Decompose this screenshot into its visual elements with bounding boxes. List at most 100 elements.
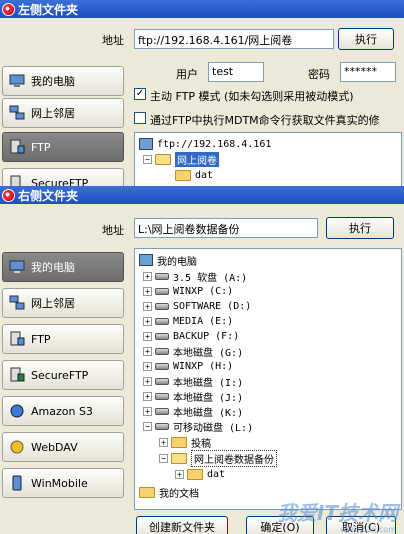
expand-icon[interactable]: + [143,346,152,356]
tree-node-label: 本地磁盘 (G:) [173,347,244,359]
mdtm-checkbox[interactable] [134,112,146,124]
drive-icon [155,287,169,295]
tree-node-drive-e[interactable]: + MEDIA (E:) [143,314,233,328]
drive-icon [155,362,169,370]
nav-winmobile[interactable]: WinMobile [2,468,124,498]
tree-node-backup-folder[interactable]: − 网上阅卷数据备份 [159,449,277,467]
tree-node-drive-i[interactable]: + 本地磁盘 (I:) [143,374,243,389]
amazon-s3-icon [10,404,24,418]
expand-icon[interactable]: + [143,331,152,341]
nav-label: FTP [31,332,51,346]
tree-node-wangshang[interactable]: − 网上阅卷 [143,151,219,167]
tree-node-drive-l[interactable]: − 可移动磁盘 (L:) [143,419,253,434]
address-label: 地址 [102,34,124,47]
expand-icon[interactable]: + [143,271,152,281]
nav-secureftp[interactable]: SecureFTP [2,168,124,186]
user-label: 用户 [176,68,198,81]
webdav-icon [10,440,24,454]
tree-node-label: SOFTWARE (D:) [173,300,252,312]
collapse-icon[interactable]: − [159,453,168,463]
nav-label: SecureFTP [31,176,89,187]
folder-icon [171,436,187,448]
left-folder-tree: ftp://192.168.4.161 − 网上阅卷 dat [134,132,402,186]
new-folder-button[interactable]: 创建新文件夹 [136,516,228,534]
left-folder-title: 左侧文件夹 [18,2,79,17]
tree-node-drive-a[interactable]: +3.5 软盘 (A:) [143,269,248,284]
go-button[interactable]: 执行 [326,217,394,239]
nav-label: 我的电脑 [31,75,75,88]
drive-icon [155,317,169,325]
network-icon [9,295,25,310]
passive-mode-checkbox[interactable]: ✓ [134,88,146,100]
documents-folder-icon [139,486,155,498]
right-folder-tree: 我的电脑 +3.5 软盘 (A:) + WINXP (C:) + SOFTWARE … [134,248,402,510]
password-input[interactable]: ****** [340,62,396,82]
expand-icon[interactable]: + [143,406,152,416]
tree-node-label: 本地磁盘 (J:) [173,392,244,404]
address-label: 地址 [102,224,124,237]
expand-icon[interactable]: + [175,469,184,479]
nav-ftp[interactable]: FTP [2,132,124,162]
tree-node-label: 我的电脑 [157,256,197,268]
nav-amazon-s3[interactable]: Amazon S3 [2,396,124,426]
nav-label: 我的电脑 [31,261,75,274]
tree-node-label: WINXP (C:) [173,285,234,297]
tree-node-label: 网上阅卷 [175,151,219,167]
tree-node-drive-c[interactable]: + WINXP (C:) [143,284,233,298]
tree-node-my-computer[interactable]: 我的电脑 [139,253,197,268]
expand-icon[interactable]: + [143,361,152,371]
address-input[interactable]: L:\网上阅卷数据备份 [134,218,318,238]
computer-icon [9,260,25,273]
app-icon [2,2,15,16]
expand-icon[interactable]: + [143,316,152,326]
expand-icon[interactable]: + [159,437,168,447]
nav-my-computer[interactable]: 我的电脑 [2,66,124,96]
nav-webdav[interactable]: WebDAV [2,432,124,462]
drive-icon [155,407,169,415]
nav-my-computer[interactable]: 我的电脑 [2,252,124,282]
tree-node-my-documents[interactable]: 我的文档 [139,485,199,500]
user-input[interactable]: test [208,62,264,82]
nav-ftp[interactable]: FTP [2,324,124,354]
folder-icon [187,468,203,480]
watermark-text: 我爱IT技术网 [276,501,398,525]
tree-node-label: 3.5 软盘 (A:) [173,272,248,284]
tree-node-tougao[interactable]: + 投稿 [159,435,211,450]
expand-icon[interactable]: + [143,301,152,311]
nav-network[interactable]: 网上邻居 [2,98,124,128]
expand-icon[interactable]: + [143,286,152,296]
tree-node-dat[interactable]: dat [175,168,213,182]
tree-node-ftp-root[interactable]: ftp://192.168.4.161 [139,137,271,151]
tree-node-drive-d[interactable]: + SOFTWARE (D:) [143,299,251,313]
nav-label: FTP [31,140,51,154]
left-folder-titlebar: 左侧文件夹 [0,0,404,18]
go-button[interactable]: 执行 [338,28,394,50]
tree-node-label: WINXP (H:) [173,360,234,372]
tree-node-drive-f[interactable]: + BACKUP (F:) [143,329,239,343]
nav-secureftp[interactable]: SecureFTP [2,360,124,390]
nav-network[interactable]: 网上邻居 [2,288,124,318]
network-icon [9,105,25,120]
computer-icon [9,74,25,87]
mdtm-label: 通过FTP中执行MDTM命令行获取文件真实的修 [150,114,380,127]
tree-node-drive-h[interactable]: + WINXP (H:) [143,359,233,373]
tree-node-drive-k[interactable]: + 本地磁盘 (K:) [143,404,243,419]
nav-label: Amazon S3 [31,404,93,418]
tree-node-drive-j[interactable]: + 本地磁盘 (J:) [143,389,244,404]
right-folder-title: 右侧文件夹 [18,188,79,203]
drive-icon [155,377,169,385]
secureftp-icon [10,367,25,382]
tree-node-drive-g[interactable]: + 本地磁盘 (G:) [143,344,244,359]
tree-node-dat[interactable]: + dat [175,467,225,481]
collapse-icon[interactable]: − [143,421,152,431]
nav-label: WebDAV [31,440,78,454]
collapse-icon[interactable]: − [143,154,152,164]
app-icon [2,188,15,202]
drive-icon [155,392,169,400]
expand-icon[interactable]: + [143,376,152,386]
tree-node-label: dat [195,169,214,181]
expand-icon[interactable]: + [143,391,152,401]
right-folder-panel: 右侧文件夹 地址 L:\网上阅卷数据备份 执行 我的电脑 网上邻居 FTP Se… [0,186,404,534]
address-input[interactable]: ftp://192.168.4.161/网上阅卷 [134,29,334,49]
computer-icon [139,254,153,266]
